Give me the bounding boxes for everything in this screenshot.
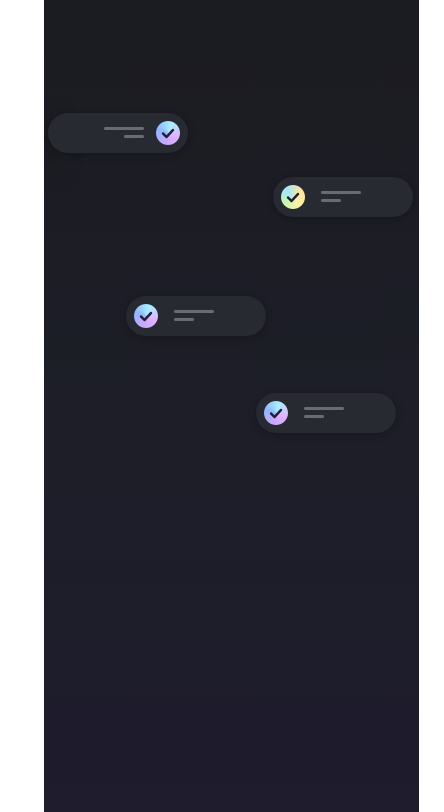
title-placeholder-line (104, 127, 144, 130)
notification-pill-4[interactable] (256, 393, 396, 433)
check-icon (281, 185, 305, 209)
notification-pill-1[interactable] (48, 113, 188, 153)
title-placeholder-line (174, 310, 214, 313)
subtitle-placeholder-line (304, 415, 324, 418)
notification-pill-2[interactable] (273, 177, 413, 217)
subtitle-placeholder-line (174, 318, 194, 321)
subtitle-placeholder-line (124, 135, 144, 138)
phone-screen (44, 0, 419, 812)
title-placeholder-line (304, 407, 344, 410)
subtitle-placeholder-line (321, 199, 341, 202)
check-icon (156, 121, 180, 145)
title-placeholder-line (321, 191, 361, 194)
check-icon (264, 401, 288, 425)
notification-pill-3[interactable] (126, 296, 266, 336)
check-icon (134, 304, 158, 328)
